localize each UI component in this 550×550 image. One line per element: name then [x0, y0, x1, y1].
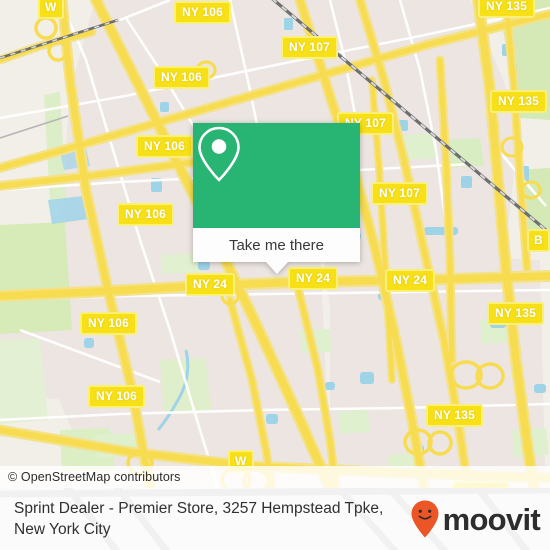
- map-screenshot: W NY 106 NY 107 NY 135 NY 106 NY 135 NY 107 NY …: [0, 0, 550, 550]
- road-shield: NY 135: [426, 404, 484, 427]
- road-shield: NY 135: [487, 302, 545, 325]
- road-shield: W: [38, 0, 64, 19]
- attribution-text: © OpenStreetMap contributors: [8, 470, 181, 484]
- road-shield: NY 24: [185, 273, 236, 296]
- road-shield: NY 107: [371, 182, 429, 205]
- road-shield: NY 106: [136, 135, 194, 158]
- place-title-line2: New York City: [14, 521, 111, 538]
- moovit-logo[interactable]: moovit: [410, 499, 541, 539]
- moovit-pin-icon: [411, 500, 439, 538]
- road-shield: NY 106: [117, 203, 175, 226]
- road-shield: NY 107: [281, 36, 339, 59]
- map-pin-icon: [198, 126, 240, 182]
- road-shield: NY 106: [80, 312, 138, 335]
- place-title-line1: Sprint Dealer - Premier Store, 3257 Hemp…: [14, 499, 384, 517]
- take-me-there-label: Take me there: [228, 236, 325, 254]
- footer-bar: Sprint Dealer - Premier Store, 3257 Hemp…: [0, 488, 550, 550]
- road-shield: NY 106: [153, 66, 211, 89]
- popup-tail: [264, 261, 289, 274]
- take-me-there-button[interactable]: Take me there: [193, 228, 360, 262]
- road-shield: NY 135: [490, 90, 548, 113]
- map-canvas[interactable]: W NY 106 NY 107 NY 135 NY 106 NY 135 NY 107 NY …: [0, 0, 550, 488]
- road-shield: B: [527, 229, 550, 252]
- road-shield: NY 106: [88, 385, 146, 408]
- moovit-wordmark: moovit: [442, 501, 541, 537]
- road-shield: NY 106: [174, 1, 232, 24]
- road-shield: NY 135: [478, 0, 536, 18]
- road-shield: NY 24: [288, 267, 339, 290]
- road-shield: NY 24: [385, 269, 436, 292]
- place-title: Sprint Dealer - Premier Store, 3257 Hemp…: [14, 498, 383, 541]
- attribution-bar: © OpenStreetMap contributors: [0, 466, 550, 488]
- popup-image: [193, 123, 360, 228]
- location-popup[interactable]: Take me there: [193, 123, 360, 274]
